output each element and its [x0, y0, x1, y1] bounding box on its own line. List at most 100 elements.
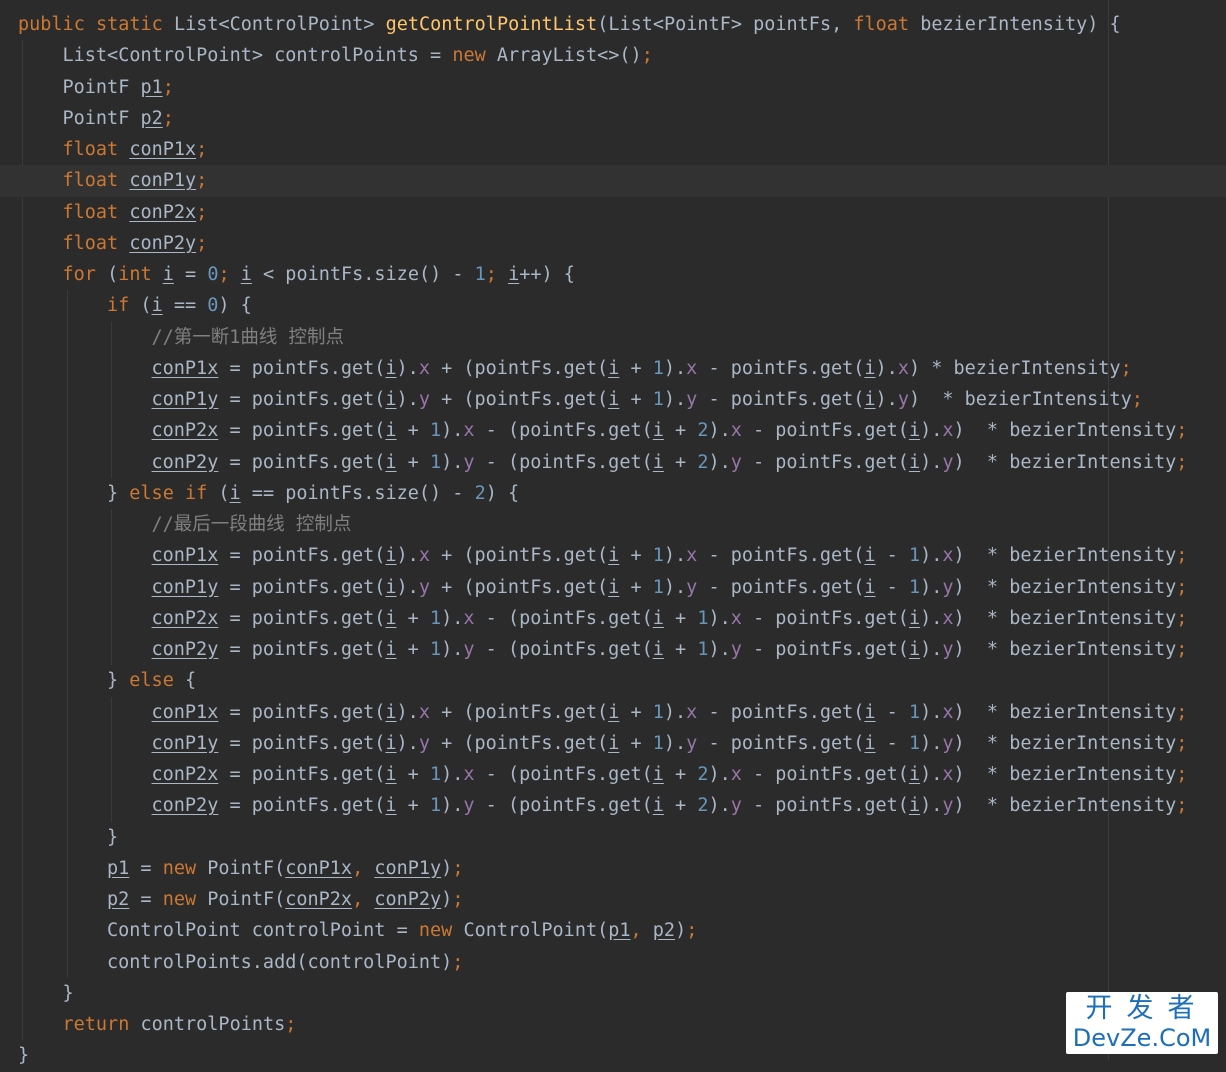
code-line[interactable]: float conP2y; [0, 228, 1226, 259]
code-token: x [730, 764, 742, 785]
code-line[interactable]: conP1y = pointFs.get(i).y + (pointFs.get… [0, 728, 1226, 759]
code-line[interactable]: for (int i = 0; i < pointFs.size() - 1; … [0, 259, 1226, 290]
code-line[interactable]: conP1x = pointFs.get(i).x + (pointFs.get… [0, 697, 1226, 728]
code-token: y [730, 639, 742, 660]
code-token: p1 [140, 76, 163, 98]
code-token: y [463, 639, 475, 660]
code-line[interactable]: return controlPoints; [0, 1009, 1226, 1040]
code-token: , [630, 920, 653, 942]
code-token: ). [663, 701, 687, 723]
code-token: y [730, 451, 742, 473]
code-token: ). [708, 764, 731, 785]
code-token: i [652, 764, 664, 785]
code-line[interactable]: conP2x = pointFs.get(i + 1).x - (pointFs… [0, 415, 1226, 446]
code-line[interactable]: } else if (i == pointFs.size() - 2) { [0, 478, 1226, 509]
code-token: ). [920, 764, 943, 785]
code-line[interactable]: conP2x = pointFs.get(i + 1).x - (pointFs… [0, 759, 1226, 790]
code-token: = pointFs.get( [218, 576, 386, 598]
code-line[interactable]: conP1y = pointFs.get(i).y + (pointFs.get… [0, 384, 1226, 415]
code-token: controlPoints.add(controlPoint) [107, 951, 453, 973]
code-line[interactable]: conP1y = pointFs.get(i).y + (pointFs.get… [0, 572, 1226, 603]
code-line[interactable]: } else { [0, 665, 1226, 696]
code-token: conP1y [374, 857, 442, 879]
code-token: bezierIntensity) { [920, 14, 1121, 35]
code-token: + [396, 451, 430, 473]
code-token: - pointFs.get( [697, 357, 865, 379]
code-token: ) * bezierIntensity [953, 576, 1177, 598]
code-token: i [864, 701, 876, 723]
code-token: ; [452, 951, 464, 973]
code-line[interactable]: } [0, 822, 1226, 853]
code-token: ; [1176, 764, 1188, 785]
code-line[interactable]: public static List<ControlPoint> getCont… [0, 9, 1226, 40]
code-token: - [875, 576, 909, 598]
code-token: 1 [429, 420, 442, 442]
code-token: + [619, 732, 653, 754]
code-token: ) * bezierIntensity [908, 357, 1121, 379]
code-line[interactable]: conP1x = pointFs.get(i).x + (pointFs.get… [0, 540, 1226, 571]
code-token: 1 [429, 451, 442, 473]
code-line[interactable]: conP2y = pointFs.get(i + 1).y - (pointFs… [0, 447, 1226, 478]
code-token: PointF( [207, 889, 286, 910]
code-line[interactable]: PointF p1; [0, 72, 1226, 103]
code-token: = [129, 857, 163, 879]
code-token: ). [663, 357, 687, 379]
code-token: 2 [697, 451, 709, 473]
code-token: i [608, 545, 620, 567]
code-token: = pointFs.get( [218, 639, 386, 660]
code-token: 1 [474, 264, 486, 285]
code-token: float [62, 201, 130, 223]
code-token: 2 [697, 764, 709, 785]
code-line[interactable]: float conP1y; [0, 165, 1226, 197]
code-line[interactable]: PointF p2; [0, 103, 1226, 134]
code-token: x [418, 357, 430, 379]
code-line[interactable]: //第一断1曲线 控制点 [0, 322, 1226, 353]
code-token: i [385, 545, 397, 567]
code-line[interactable]: conP2y = pointFs.get(i + 1).y - (pointFs… [0, 790, 1226, 821]
code-token: = pointFs.get( [218, 701, 386, 723]
code-line[interactable]: p1 = new PointF(conP1x, conP1y); [0, 853, 1226, 884]
code-editor[interactable]: public static List<ControlPoint> getCont… [0, 0, 1226, 1066]
code-token: ControlPoint( [463, 920, 609, 942]
code-token: ; [218, 264, 241, 285]
code-token: - pointFs.get( [697, 389, 865, 410]
code-line[interactable]: conP2x = pointFs.get(i + 1).x - (pointFs… [0, 603, 1226, 634]
code-token: ; [1176, 451, 1188, 473]
code-token: conP1y [151, 389, 219, 410]
code-token: + [663, 639, 698, 660]
code-token: conP1x [151, 701, 219, 723]
code-token: ; [1176, 732, 1188, 754]
code-token: i [652, 420, 664, 442]
code-token: ) [441, 857, 453, 879]
code-token: ). [441, 420, 464, 442]
code-token: ). [396, 732, 419, 754]
code-line[interactable]: conP2y = pointFs.get(i + 1).y - (pointFs… [0, 634, 1226, 665]
code-token: x [942, 420, 954, 442]
code-token: ControlPoint controlPoint = [107, 920, 419, 942]
code-line[interactable]: if (i == 0) { [0, 290, 1226, 321]
code-token: ). [441, 607, 464, 629]
code-token: 1 [697, 607, 709, 629]
code-token: x [463, 420, 475, 442]
code-token: else [129, 670, 185, 692]
code-line[interactable]: ControlPoint controlPoint = new ControlP… [0, 915, 1226, 946]
code-token: ). [663, 732, 687, 754]
code-token: 1 [908, 576, 921, 598]
code-token: + [396, 639, 430, 660]
code-line[interactable]: controlPoints.add(controlPoint); [0, 947, 1226, 978]
code-line[interactable]: } [0, 978, 1226, 1009]
code-line[interactable]: float conP2x; [0, 197, 1226, 228]
code-line[interactable]: //最后一段曲线 控制点 [0, 509, 1226, 540]
code-token: + [619, 389, 653, 410]
code-token: 1 [429, 764, 442, 785]
code-token: 0 [207, 264, 219, 285]
code-line[interactable]: } [0, 1040, 1226, 1071]
code-token: float [853, 14, 921, 35]
code-line[interactable]: p2 = new PointF(conP2x, conP2y); [0, 884, 1226, 915]
code-token: 1 [652, 701, 664, 723]
code-line[interactable]: List<ControlPoint> controlPoints = new A… [0, 40, 1226, 71]
code-line[interactable]: float conP1x; [0, 134, 1226, 165]
code-token: ; [196, 232, 208, 254]
code-line[interactable]: conP1x = pointFs.get(i).x + (pointFs.get… [0, 353, 1226, 384]
code-token: i [385, 764, 397, 785]
